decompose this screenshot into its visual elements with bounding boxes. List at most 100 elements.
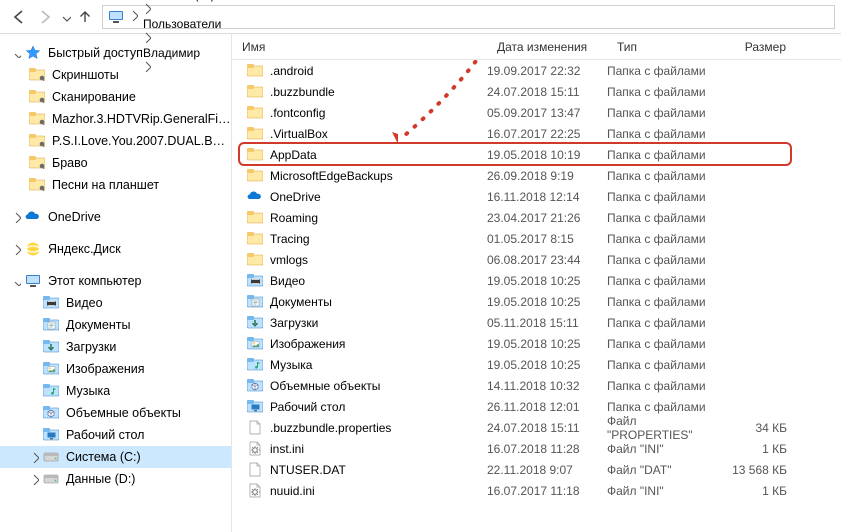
file-row[interactable]: Roaming 23.04.2017 21:26 Папка с файлами <box>232 207 841 228</box>
file-row[interactable]: Музыка 19.05.2018 10:25 Папка с файлами <box>232 354 841 375</box>
expand-icon[interactable] <box>10 243 22 255</box>
this-pc-node[interactable]: Этот компьютер <box>0 270 231 292</box>
file-type: Папка с файлами <box>607 148 723 162</box>
file-type: Файл "PROPERTIES" <box>607 414 723 442</box>
column-name[interactable]: Имя <box>232 34 487 59</box>
file-row[interactable]: .android 19.09.2017 22:32 Папка с файлам… <box>232 60 841 81</box>
chevron-right-icon[interactable] <box>127 9 140 24</box>
breadcrumb-segment[interactable]: Система (C:) <box>140 0 236 2</box>
file-date: 19.05.2018 10:25 <box>487 295 607 309</box>
file-row[interactable]: MicrosoftEdgeBackups 26.09.2018 9:19 Пап… <box>232 165 841 186</box>
file-name: .android <box>270 64 313 78</box>
expand-icon[interactable] <box>10 211 22 223</box>
folder-icon <box>246 83 264 101</box>
sidebar-item[interactable]: P.S.I.Love.You.2007.DUAL.BDRip <box>0 130 231 152</box>
folder-pin-icon <box>28 132 46 150</box>
sidebar-item[interactable]: Данные (D:) <box>0 468 231 490</box>
expand-icon[interactable] <box>28 473 40 485</box>
file-row[interactable]: .buzzbundle.properties 24.07.2018 15:11 … <box>232 417 841 438</box>
file-row[interactable]: NTUSER.DAT 22.11.2018 9:07 Файл "DAT" 13… <box>232 459 841 480</box>
sidebar-item[interactable]: Документы <box>0 314 231 336</box>
column-date[interactable]: Дата изменения <box>487 34 607 59</box>
chevron-right-icon[interactable] <box>140 6 153 17</box>
sidebar-item[interactable]: Загрузки <box>0 336 231 358</box>
file-row[interactable]: Рабочий стол 26.11.2018 12:01 Папка с фа… <box>232 396 841 417</box>
music-icon <box>42 382 60 400</box>
breadcrumb-bar[interactable]: Этот компьютер Система (C:) Пользователи… <box>102 5 835 29</box>
sidebar-item-label: Объемные объекты <box>66 406 181 420</box>
folder-icon <box>246 167 264 185</box>
file-date: 19.05.2018 10:25 <box>487 358 607 372</box>
file-row[interactable]: vmlogs 06.08.2017 23:44 Папка с файлами <box>232 249 841 270</box>
sidebar-item[interactable]: Видео <box>0 292 231 314</box>
collapse-icon[interactable] <box>10 275 22 287</box>
sidebar-item[interactable]: Браво <box>0 152 231 174</box>
collapse-icon[interactable] <box>10 47 22 59</box>
folder-pin-icon <box>28 66 46 84</box>
file-type: Папка с файлами <box>607 337 723 351</box>
sidebar-item[interactable]: Скриншоты <box>0 64 231 86</box>
file-row[interactable]: .fontconfig 05.09.2017 13:47 Папка с фай… <box>232 102 841 123</box>
sidebar-item-label: Mazhor.3.HDTVRip.GeneralFilm <box>52 112 231 126</box>
column-size[interactable]: Размер <box>723 34 797 59</box>
sidebar-item-label: OneDrive <box>48 210 101 224</box>
column-type[interactable]: Тип <box>607 34 723 59</box>
file-row[interactable]: .buzzbundle 24.07.2018 15:11 Папка с фай… <box>232 81 841 102</box>
file-name: Загрузки <box>270 316 318 330</box>
sidebar-item[interactable]: Сканирование <box>0 86 231 108</box>
expand-icon[interactable] <box>28 451 40 463</box>
file-date: 19.05.2018 10:25 <box>487 337 607 351</box>
forward-button[interactable] <box>32 4 58 30</box>
file-row[interactable]: Загрузки 05.11.2018 15:11 Папка с файлам… <box>232 312 841 333</box>
file-date: 16.11.2018 12:14 <box>487 190 607 204</box>
file-row[interactable]: OneDrive 16.11.2018 12:14 Папка с файлам… <box>232 186 841 207</box>
file-name: nuuid.ini <box>270 484 315 498</box>
desktop-icon <box>246 398 264 416</box>
file-date: 14.11.2018 10:32 <box>487 379 607 393</box>
recent-locations-button[interactable] <box>58 4 72 30</box>
file-type: Папка с файлами <box>607 211 723 225</box>
3d-icon <box>42 404 60 422</box>
file-type: Папка с файлами <box>607 127 723 141</box>
file-row[interactable]: Документы 19.05.2018 10:25 Папка с файла… <box>232 291 841 312</box>
pc-icon <box>24 272 42 290</box>
navigation-pane: Быстрый доступ Скриншоты Сканирование Ma… <box>0 34 232 532</box>
file-row[interactable]: Изображения 19.05.2018 10:25 Папка с фай… <box>232 333 841 354</box>
drive-icon <box>42 448 60 466</box>
sidebar-item[interactable]: Mazhor.3.HDTVRip.GeneralFilm <box>0 108 231 130</box>
sidebar-item[interactable]: Рабочий стол <box>0 424 231 446</box>
file-name: .VirtualBox <box>270 127 328 141</box>
sidebar-item[interactable]: Система (C:) <box>0 446 231 468</box>
folder-pin-icon <box>28 110 46 128</box>
sidebar-item[interactable]: Изображения <box>0 358 231 380</box>
file-row[interactable]: AppData 19.05.2018 10:19 Папка с файлами <box>232 144 841 165</box>
column-headers: Имя Дата изменения Тип Размер <box>232 34 841 60</box>
file-date: 05.11.2018 15:11 <box>487 316 607 330</box>
breadcrumb-segment[interactable]: Пользователи <box>140 17 236 31</box>
back-button[interactable] <box>6 4 32 30</box>
sidebar-item-onedrive[interactable]: OneDrive <box>0 206 231 228</box>
file-name: Изображения <box>270 337 345 351</box>
folder-icon <box>246 230 264 248</box>
up-button[interactable] <box>72 4 98 30</box>
file-row[interactable]: .VirtualBox 16.07.2017 22:25 Папка с фай… <box>232 123 841 144</box>
file-row[interactable]: Видео 19.05.2018 10:25 Папка с файлами <box>232 270 841 291</box>
file-name: Музыка <box>270 358 312 372</box>
file-date: 06.08.2017 23:44 <box>487 253 607 267</box>
sidebar-item[interactable]: Песни на планшет <box>0 174 231 196</box>
file-row[interactable]: inst.ini 16.07.2018 11:28 Файл "INI" 1 К… <box>232 438 841 459</box>
file-row[interactable]: Tracing 01.05.2017 8:15 Папка с файлами <box>232 228 841 249</box>
sidebar-item-label: Яндекс.Диск <box>48 242 121 256</box>
file-row[interactable]: nuuid.ini 16.07.2017 11:18 Файл "INI" 1 … <box>232 480 841 501</box>
file-date: 16.07.2017 11:18 <box>487 484 607 498</box>
file-row[interactable]: Объемные объекты 14.11.2018 10:32 Папка … <box>232 375 841 396</box>
file-name: AppData <box>270 148 317 162</box>
sidebar-item[interactable]: Музыка <box>0 380 231 402</box>
file-type: Папка с файлами <box>607 85 723 99</box>
onedrive-icon <box>246 188 264 206</box>
file-name: OneDrive <box>270 190 321 204</box>
quick-access-node[interactable]: Быстрый доступ <box>0 42 231 64</box>
file-list-pane: Имя Дата изменения Тип Размер .android 1… <box>232 34 841 532</box>
sidebar-item-yadisk[interactable]: Яндекс.Диск <box>0 238 231 260</box>
sidebar-item[interactable]: Объемные объекты <box>0 402 231 424</box>
